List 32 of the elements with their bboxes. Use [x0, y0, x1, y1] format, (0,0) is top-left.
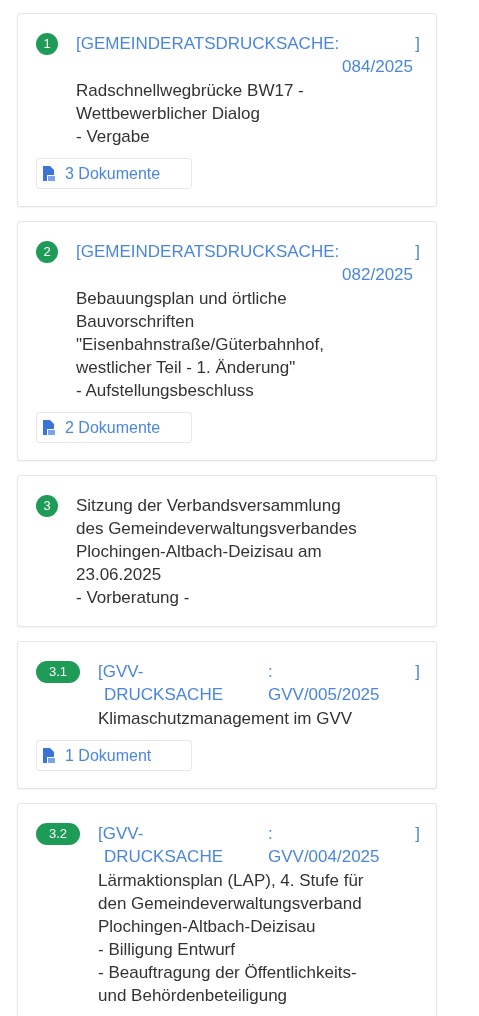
bracket-text: ] — [415, 661, 420, 683]
bracket-text: ] — [415, 241, 420, 263]
reference-number: 082/2025 — [342, 264, 413, 286]
colon-text: : — [268, 823, 274, 845]
reference-number: GVV/005/2025 — [268, 684, 381, 706]
pdf-file-icon — [42, 166, 55, 181]
agenda-title: Bebauungsplan und örtliche Bauvorschriften "Eisenbahnstraße/Güterbahnhof, westlicher Teil - 1. Änderung" - Aufstellungsbeschluss — [76, 288, 325, 402]
bracket-text: ] — [415, 823, 420, 845]
pdf-file-icon — [42, 748, 55, 763]
reference-label: [GVV- — [98, 661, 145, 683]
pdf-file-icon — [42, 420, 55, 435]
reference-label: DRUCKSACHE — [103, 684, 225, 706]
colon-text: : — [268, 661, 274, 683]
reference-label: DRUCKSACHE — [103, 846, 225, 868]
agenda-title: Klimaschutzmanagement im GVV — [98, 708, 354, 730]
number-badge: 3.1 — [36, 661, 80, 683]
number-badge: 2 — [36, 241, 58, 263]
agenda-title: Radschnellwegbrücke BW17 - Wettbewerblicher Dialog - Vergabe — [76, 80, 305, 148]
agenda-title: Lärmaktionsplan (LAP), 4. Stufe für den Gemeindeverwaltungsverband Plochingen-Altbach-Deizisau - Billigung Entwurf - Beauftragung der Öffentlichkeits- und Behördenbeteiligung — [98, 870, 365, 1007]
bracket-text: ] — [415, 33, 420, 55]
number-badge: 3.2 — [36, 823, 80, 845]
reference-number: GVV/004/2025 — [268, 846, 381, 868]
agenda-title: Sitzung der Verbandsversammlung des Gemeindeverwaltungsverbandes Plochingen-Altbach-Deizisau am 23.06.2025 - Vorberatung - — [76, 495, 358, 609]
reference-number: 084/2025 — [342, 56, 413, 78]
reference-label: [GEMEINDERATSDRUCKSACHE: — [76, 241, 340, 263]
documents-button[interactable]: 1 Dokument — [36, 740, 192, 771]
number-badge: 3 — [36, 495, 58, 517]
reference-label: [GVV- — [98, 823, 145, 845]
reference-label: [GEMEINDERATSDRUCKSACHE: — [76, 33, 340, 55]
documents-button[interactable]: 2 Dokumente — [36, 412, 192, 443]
documents-button[interactable]: 3 Dokumente — [36, 158, 192, 189]
number-badge: 1 — [36, 33, 58, 55]
